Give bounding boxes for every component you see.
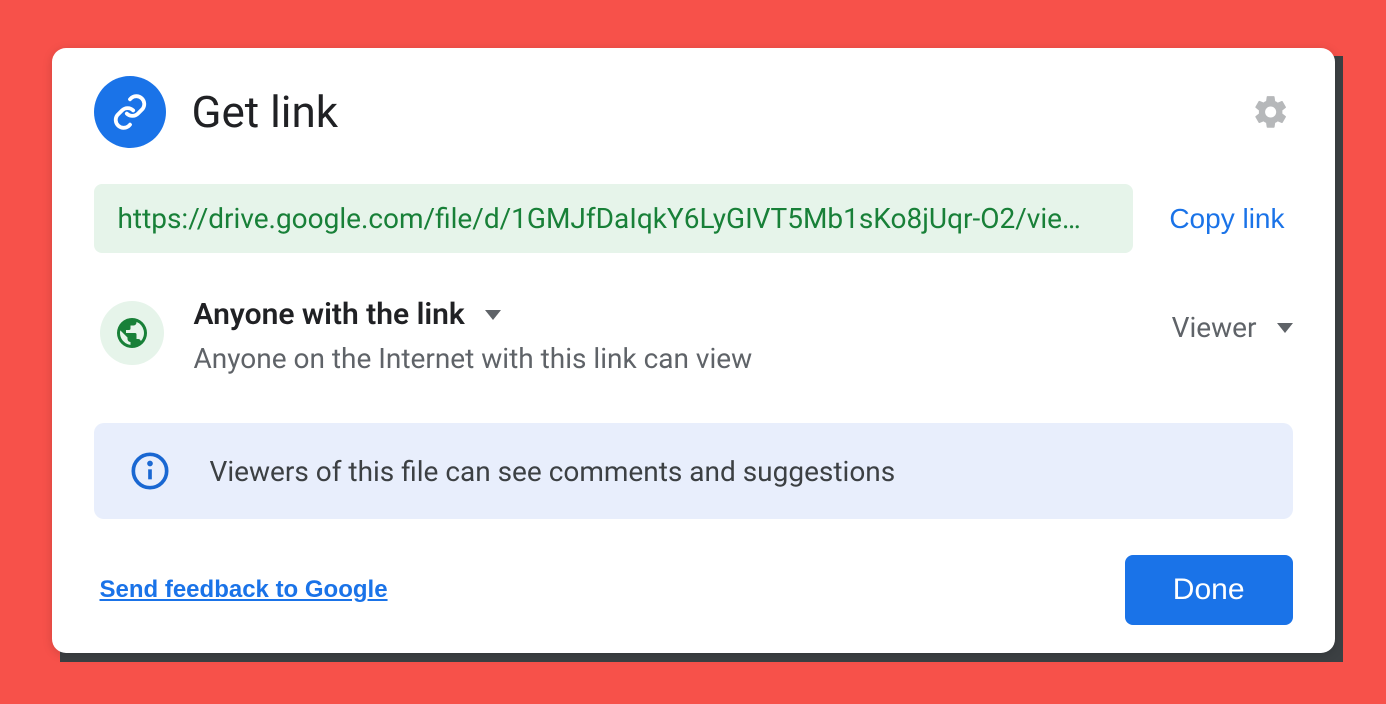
- link-icon: [94, 76, 166, 148]
- access-row: Anyone with the link Anyone on the Inter…: [94, 297, 1293, 375]
- get-link-dialog: Get link https://drive.google.com/file/d…: [52, 48, 1335, 653]
- caret-down-icon: [1277, 323, 1293, 333]
- copy-link-button[interactable]: Copy link: [1161, 193, 1292, 245]
- settings-button[interactable]: [1249, 90, 1293, 134]
- access-scope-description: Anyone on the Internet with this link ca…: [194, 342, 1142, 375]
- gear-icon: [1252, 93, 1290, 131]
- dialog-footer: Send feedback to Google Done: [94, 555, 1293, 625]
- dialog-title: Get link: [192, 86, 1223, 138]
- info-banner: Viewers of this file can see comments an…: [94, 423, 1293, 519]
- send-feedback-link[interactable]: Send feedback to Google: [100, 576, 388, 604]
- caret-down-icon: [485, 310, 501, 320]
- role-dropdown[interactable]: Viewer: [1172, 311, 1293, 344]
- dialog-header: Get link: [94, 76, 1293, 148]
- access-scope-label: Anyone with the link: [194, 297, 465, 332]
- globe-icon: [100, 301, 164, 365]
- access-scope-dropdown[interactable]: Anyone with the link: [194, 297, 1142, 332]
- info-text: Viewers of this file can see comments an…: [210, 455, 896, 488]
- url-row: https://drive.google.com/file/d/1GMJfDaI…: [94, 184, 1293, 253]
- done-button[interactable]: Done: [1125, 555, 1293, 625]
- info-icon: [130, 451, 170, 491]
- access-text-block: Anyone with the link Anyone on the Inter…: [194, 297, 1142, 375]
- role-label: Viewer: [1172, 311, 1257, 344]
- share-url[interactable]: https://drive.google.com/file/d/1GMJfDaI…: [94, 184, 1134, 253]
